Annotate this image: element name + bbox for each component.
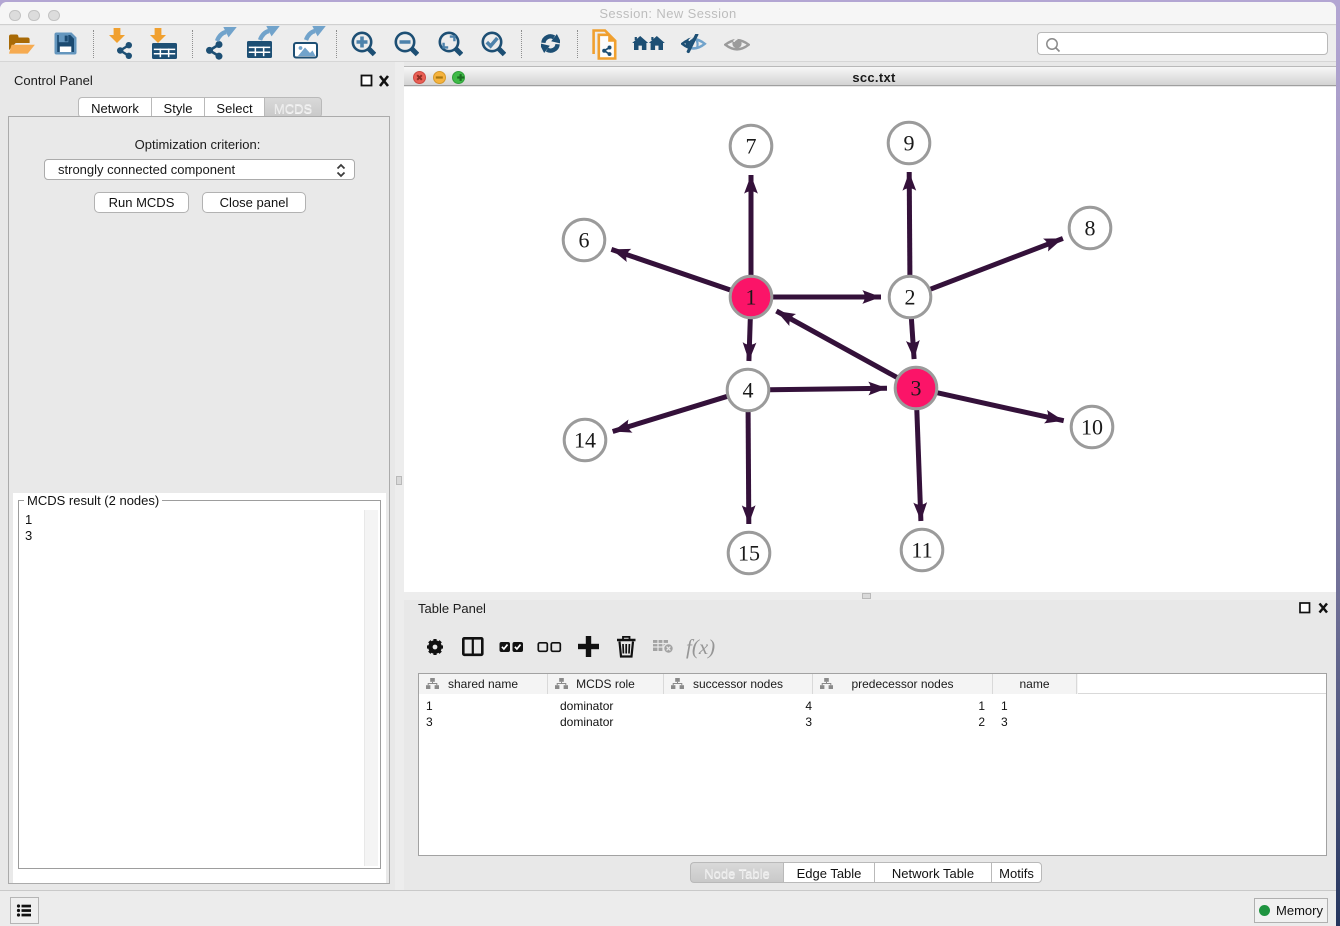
- svg-text:10: 10: [1081, 415, 1103, 440]
- svg-text:8: 8: [1085, 216, 1096, 241]
- svg-text:14: 14: [574, 428, 596, 453]
- svg-text:9: 9: [904, 131, 915, 156]
- svg-text:1: 1: [746, 285, 757, 310]
- svg-text:f(x): f(x): [686, 635, 715, 659]
- svg-text:11: 11: [911, 538, 932, 563]
- svg-text:2: 2: [905, 285, 916, 310]
- svg-text:7: 7: [746, 134, 757, 159]
- svg-text:3: 3: [911, 376, 922, 401]
- svg-text:4: 4: [743, 378, 754, 403]
- svg-text:6: 6: [579, 228, 590, 253]
- svg-text:15: 15: [738, 541, 760, 566]
